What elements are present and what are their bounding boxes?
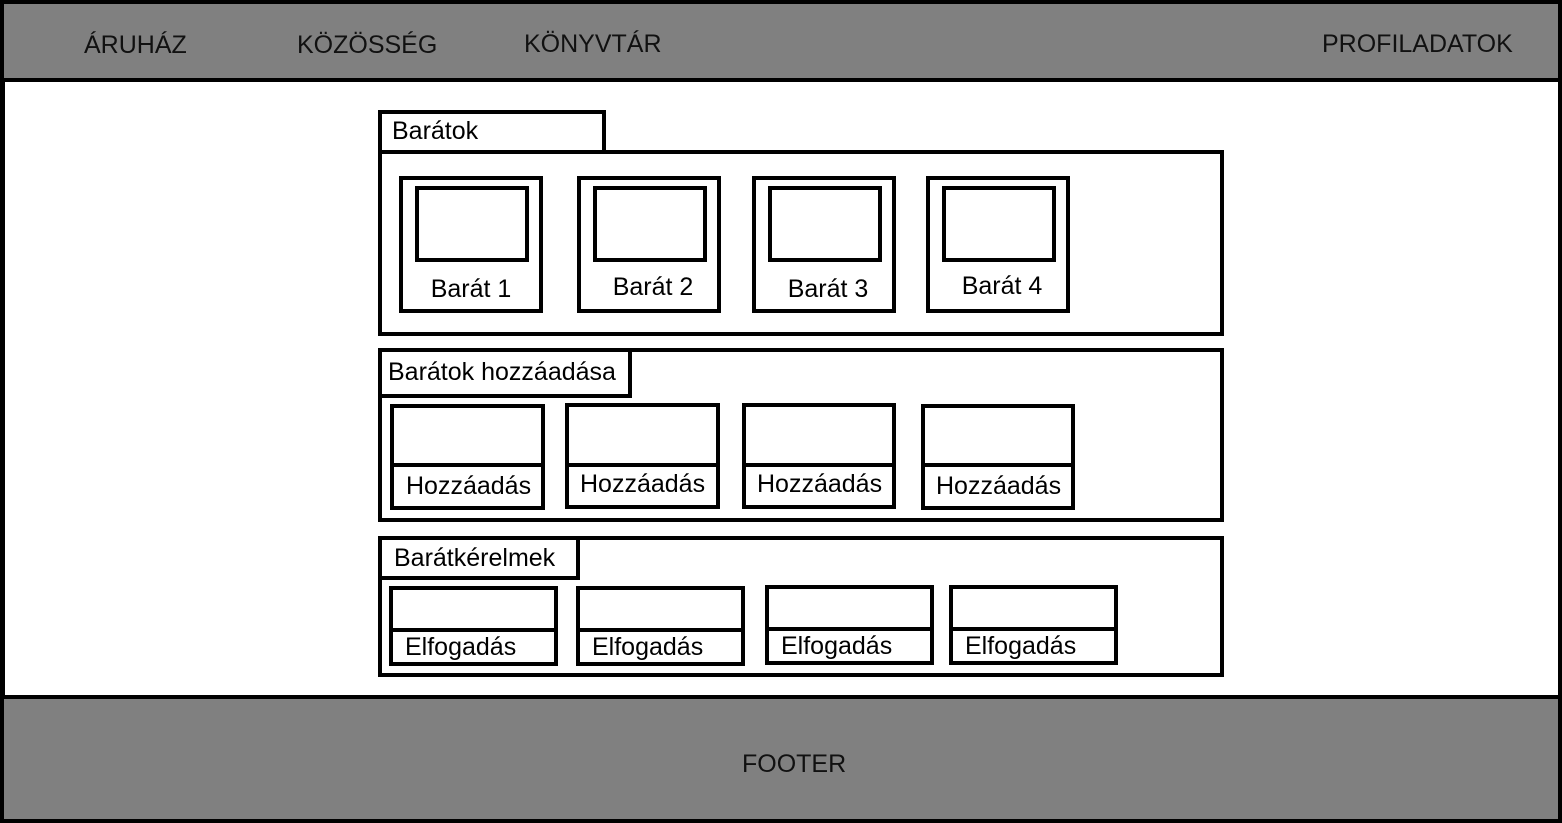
friend-name: Barát 1 — [430, 275, 512, 303]
friend-name: Barát 2 — [612, 273, 694, 301]
footer-text: FOOTER — [742, 750, 847, 778]
friend-name: Barát 3 — [787, 275, 869, 303]
nav-profile-link[interactable]: PROFILADATOK — [1322, 29, 1513, 59]
add-friend-button[interactable]: Hozzáadás — [569, 463, 716, 505]
suggested-friend-card: Hozzáadás — [565, 403, 720, 509]
accept-request-button[interactable]: Elfogadás — [953, 627, 1114, 661]
friends-section-title: Barátok — [378, 110, 606, 154]
suggested-friend-card: Hozzáadás — [742, 403, 896, 509]
add-friend-button[interactable]: Hozzáadás — [394, 463, 541, 506]
nav-community-link[interactable]: KÖZÖSSÉG — [297, 30, 437, 60]
suggested-friend-card: Hozzáadás — [921, 404, 1075, 510]
friend-avatar — [593, 186, 707, 262]
friend-card[interactable]: Barát 2 — [577, 176, 721, 313]
friend-avatar — [768, 186, 882, 262]
add-friend-button[interactable]: Hozzáadás — [925, 463, 1071, 506]
friend-request-card: Elfogadás — [389, 586, 558, 666]
friend-name: Barát 4 — [961, 272, 1043, 300]
friend-request-card: Elfogadás — [765, 585, 934, 665]
friend-avatar — [942, 186, 1056, 262]
friend-card[interactable]: Barát 4 — [926, 176, 1070, 313]
suggested-friend-card: Hozzáadás — [390, 404, 545, 510]
nav-library-link[interactable]: KÖNYVTÁR — [524, 29, 662, 59]
friends-title-text: Barátok — [392, 117, 479, 145]
friend-avatar — [415, 186, 529, 262]
accept-request-button[interactable]: Elfogadás — [393, 628, 554, 662]
add-friends-title-text: Barátok hozzáadása — [388, 358, 616, 386]
nav-store-link[interactable]: ÁRUHÁZ — [84, 30, 187, 60]
accept-request-button[interactable]: Elfogadás — [769, 627, 930, 661]
accept-request-button[interactable]: Elfogadás — [580, 628, 741, 662]
friend-card[interactable]: Barát 3 — [752, 176, 896, 313]
friend-request-card: Elfogadás — [949, 585, 1118, 665]
friend-requests-title-text: Barátkérelmek — [394, 544, 556, 572]
friend-requests-section-title: Barátkérelmek — [378, 536, 580, 580]
friend-request-card: Elfogadás — [576, 586, 745, 666]
add-friends-section-title: Barátok hozzáadása — [378, 348, 632, 398]
friend-card[interactable]: Barát 1 — [399, 176, 543, 313]
add-friend-button[interactable]: Hozzáadás — [746, 463, 892, 505]
